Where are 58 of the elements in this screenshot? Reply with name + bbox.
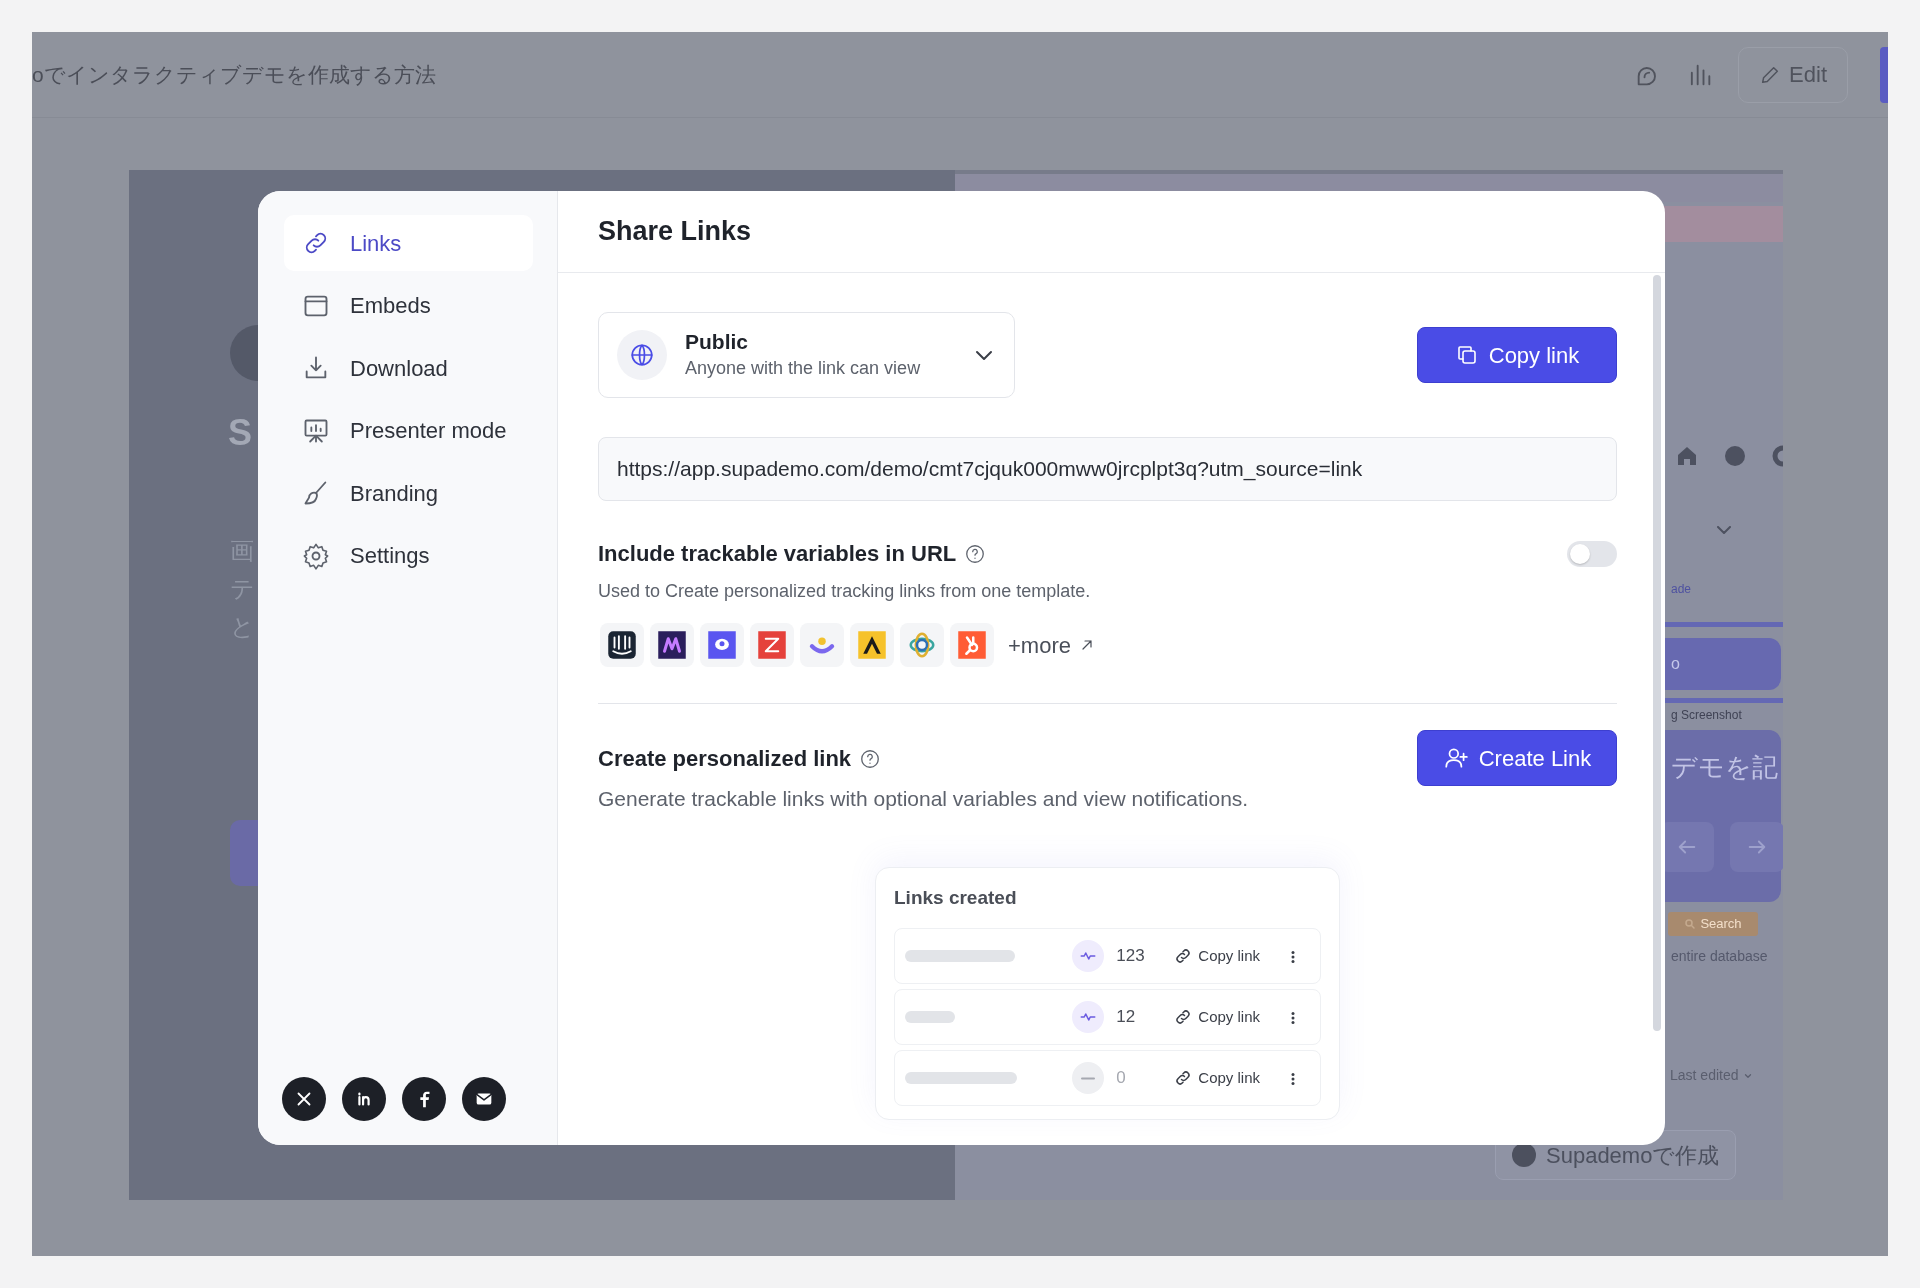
- share-button[interactable]: [342, 1077, 386, 1121]
- sprocket-logo-icon: [957, 630, 987, 660]
- page-title: oでインタラクティブデモを作成する方法: [32, 61, 436, 88]
- card-title: Links created: [894, 885, 1018, 910]
- section-label: Include trackable variables in URL: [598, 540, 957, 568]
- orbit-logo-icon: [907, 630, 937, 660]
- copy-link-button[interactable]: Copy link: [1417, 327, 1617, 383]
- help-icon: [1723, 444, 1747, 468]
- nav-item[interactable]: Presenter mode: [284, 402, 533, 459]
- label-text: g Screenshot: [1671, 708, 1742, 723]
- visibility-label: Public: [685, 328, 749, 355]
- m-logo-icon: [657, 630, 687, 660]
- nav-item[interactable]: Embeds: [284, 277, 533, 334]
- view-count: 12: [1116, 1006, 1137, 1029]
- tab-text: ade: [1671, 581, 1692, 598]
- section-label: Create personalized link: [598, 745, 852, 773]
- visibility-description: Anyone with the link can view: [685, 357, 922, 381]
- z-logo-icon: [757, 630, 787, 660]
- dialog-title: Share Links: [598, 215, 752, 249]
- heading-text: S: [228, 415, 252, 451]
- link-icon: [1174, 1069, 1193, 1087]
- chevron-icon: [1717, 526, 1731, 534]
- bars-logo-icon: [607, 630, 637, 660]
- section-description: Used to Create personalized tracking links from one template.: [598, 580, 1092, 603]
- create-link-button[interactable]: Create Link: [1417, 730, 1617, 786]
- search-icon: [1684, 918, 1697, 930]
- globe-icon: [629, 342, 655, 368]
- logo-icon: [1512, 1143, 1536, 1167]
- share-button[interactable]: [282, 1077, 326, 1121]
- share-button[interactable]: [402, 1077, 446, 1121]
- nav-item[interactable]: Links: [284, 215, 533, 271]
- copy-link-button[interactable]: Copy link: [1174, 944, 1260, 968]
- card-heading: デモを記: [1671, 751, 1778, 784]
- nav-item[interactable]: Download: [284, 340, 533, 396]
- home-icon: [1675, 444, 1699, 468]
- view-count: 0: [1116, 1067, 1127, 1090]
- more-link[interactable]: +more: [1008, 628, 1095, 662]
- nav-item[interactable]: Branding: [284, 465, 533, 521]
- primary-button-edge: [1880, 46, 1888, 103]
- help-icon: [859, 747, 882, 770]
- share-button[interactable]: [462, 1077, 506, 1121]
- copy-link-button[interactable]: Copy link: [1174, 1005, 1260, 1029]
- url-field[interactable]: https://app.supademo.com/demo/cmt7cjquk000mww0jrcplpt3q?utm_source=link: [598, 437, 1617, 501]
- minus-icon: [1081, 1076, 1096, 1080]
- nav-item[interactable]: Settings: [284, 527, 533, 584]
- copy-link-button[interactable]: Copy link: [1174, 1066, 1260, 1090]
- visibility-dropdown[interactable]: Public Anyone with the link can view: [598, 312, 1015, 398]
- link-icon: [1174, 1008, 1193, 1026]
- peak-logo-icon: [857, 630, 887, 660]
- scrollbar[interactable]: [1653, 275, 1661, 1031]
- section-description: Generate trackable links with optional variables and view notifications.: [598, 786, 1249, 812]
- placeholder-bar: [905, 1011, 955, 1023]
- view-count: 123: [1116, 945, 1146, 968]
- ring-logo-icon: [707, 630, 737, 660]
- settings-icon: [302, 541, 330, 570]
- link-icon: [1174, 947, 1193, 965]
- toggle-switch[interactable]: [1567, 540, 1617, 567]
- help-icon: [964, 542, 987, 565]
